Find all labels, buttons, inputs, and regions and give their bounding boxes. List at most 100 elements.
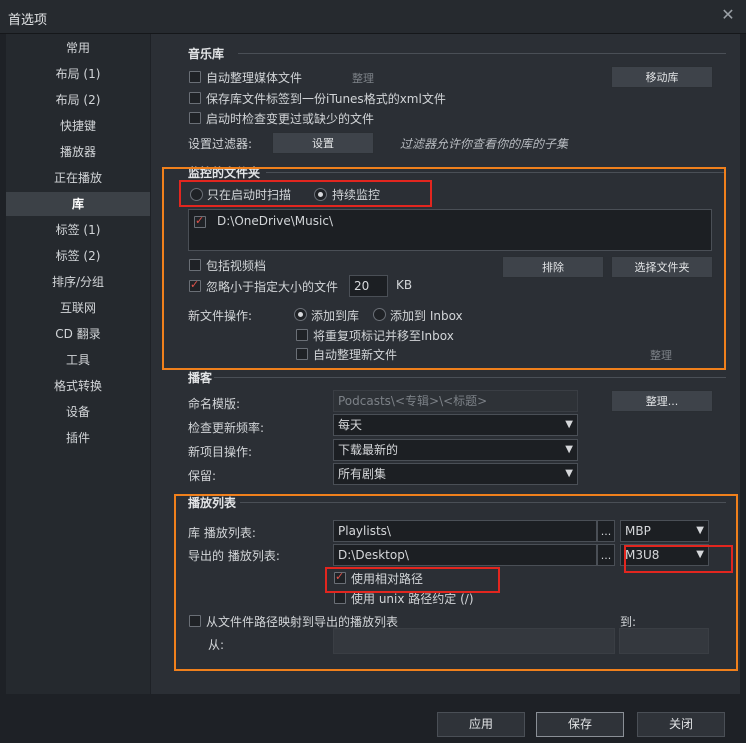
chevron-down-icon: ▼ (696, 549, 704, 560)
add-to-inbox-radio[interactable] (373, 308, 386, 321)
sidebar-item-library[interactable]: 库 (6, 192, 150, 216)
ignore-small-label: 忽略小于指定大小的文件 (206, 280, 339, 294)
chevron-down-icon: ▼ (565, 444, 573, 455)
check-on-start-checkbox[interactable] (189, 112, 201, 124)
sidebar-item-hotkeys[interactable]: 快捷键 (6, 114, 150, 138)
library-playlist-label: 库 播放列表: (188, 526, 256, 540)
naming-label: 命名模版: (188, 397, 241, 411)
from-path-input (333, 628, 615, 654)
organize-link[interactable]: 整理 (352, 70, 374, 86)
ignore-small-checkbox[interactable] (189, 278, 201, 292)
sidebar: 常用 布局 (1) 布局 (2) 快捷键 播放器 正在播放 库 标签 (1) 标… (6, 34, 150, 694)
filter-hint: 过滤器允许你查看你的库的子集 (400, 137, 569, 151)
mark-duplicates-checkbox[interactable] (296, 329, 308, 341)
new-item-label: 新项目操作: (188, 445, 253, 459)
auto-organize-label: 自动整理媒体文件 (206, 71, 303, 85)
section-divider (240, 502, 726, 503)
keep-label: 保留: (188, 469, 217, 483)
filter-settings-button[interactable]: 设置 (272, 132, 374, 154)
include-video-checkbox[interactable] (189, 259, 201, 271)
section-title-library: 音乐库 (188, 47, 225, 61)
export-playlist-format[interactable]: M3U8 ▼ (620, 544, 709, 566)
window-title: 首选项 (8, 13, 48, 28)
folder-path[interactable]: D:\OneDrive\Music\ (217, 214, 333, 228)
library-playlist-path[interactable]: Playlists\ (333, 520, 597, 542)
browse-library-playlist-button[interactable]: ... (597, 520, 615, 542)
map-paths-checkbox[interactable] (189, 615, 201, 627)
close-button[interactable]: 关闭 (637, 712, 725, 737)
sidebar-item-tags-2[interactable]: 标签 (2) (6, 244, 150, 268)
export-playlist-path[interactable]: D:\Desktop\ (333, 544, 597, 566)
filter-label: 设置过滤器: (188, 137, 253, 151)
chevron-down-icon: ▼ (565, 468, 573, 479)
section-divider (214, 377, 726, 378)
include-video-label: 包括视频档 (206, 259, 267, 273)
save-itunes-label: 保存库文件标签到一份iTunes格式的xml文件 (206, 92, 446, 106)
section-title-monitor: 监控的文件夹 (188, 166, 261, 180)
relative-path-checkbox[interactable] (334, 570, 346, 584)
unix-path-label: 使用 unix 路径约定 (/) (351, 592, 474, 606)
sidebar-item-plugins[interactable]: 插件 (6, 426, 150, 450)
keep-select[interactable]: 所有剧集 ▼ (333, 463, 578, 485)
sidebar-item-now-playing[interactable]: 正在播放 (6, 166, 150, 190)
section-title-playlist: 播放列表 (188, 496, 237, 510)
sidebar-item-sort-group[interactable]: 排序/分组 (6, 270, 150, 294)
check-freq-value: 每天 (338, 418, 363, 432)
new-item-select[interactable]: 下载最新的 ▼ (333, 439, 578, 461)
add-to-library-label: 添加到库 (311, 309, 360, 323)
library-playlist-format[interactable]: MBP ▼ (620, 520, 709, 542)
section-title-podcast: 播客 (188, 371, 213, 385)
library-format-value: MBP (625, 524, 651, 538)
title-bar: 首选项 ✕ (0, 0, 746, 34)
scan-on-start-radio[interactable] (190, 188, 203, 201)
sidebar-item-devices[interactable]: 设备 (6, 400, 150, 424)
new-item-value: 下载最新的 (338, 443, 399, 457)
browse-export-playlist-button[interactable]: ... (597, 544, 615, 566)
move-library-button[interactable]: 移动库 (611, 66, 713, 88)
chevron-down-icon: ▼ (565, 419, 573, 430)
add-to-library-radio[interactable] (294, 308, 307, 321)
folder-checkbox[interactable] (194, 214, 206, 228)
sidebar-item-player[interactable]: 播放器 (6, 140, 150, 164)
export-format-value: M3U8 (625, 548, 660, 562)
podcast-organize-button[interactable]: 整理... (611, 390, 713, 412)
auto-organize-new-checkbox[interactable] (296, 348, 308, 360)
check-freq-label: 检查更新频率: (188, 421, 265, 435)
apply-button[interactable]: 应用 (437, 712, 525, 737)
size-input[interactable]: 20 (349, 275, 388, 297)
size-unit: KB (396, 278, 413, 292)
folder-list[interactable]: D:\OneDrive\Music\ (188, 209, 712, 251)
sidebar-item-cd-rip[interactable]: CD 翻录 (6, 322, 150, 346)
exclude-button[interactable]: 排除 (502, 256, 604, 278)
sidebar-item-general[interactable]: 常用 (6, 36, 150, 60)
mark-duplicates-label: 将重复项标记并移至Inbox (313, 329, 454, 343)
check-freq-select[interactable]: 每天 ▼ (333, 414, 578, 436)
naming-template-input[interactable]: Podcasts\<专辑>\<标题> (333, 390, 578, 412)
export-playlist-label: 导出的 播放列表: (188, 549, 280, 563)
save-itunes-checkbox[interactable] (189, 92, 201, 104)
sidebar-item-layout-2[interactable]: 布局 (2) (6, 88, 150, 112)
relative-path-label: 使用相对路径 (351, 572, 424, 586)
sidebar-item-tools[interactable]: 工具 (6, 348, 150, 372)
keep-value: 所有剧集 (338, 467, 387, 481)
sidebar-item-layout-1[interactable]: 布局 (1) (6, 62, 150, 86)
add-to-inbox-label: 添加到 Inbox (390, 309, 463, 323)
from-label: 从: (208, 638, 225, 652)
organize-new-button[interactable]: 整理 (650, 347, 672, 363)
unix-path-checkbox[interactable] (334, 592, 346, 604)
auto-organize-checkbox[interactable] (189, 71, 201, 83)
sidebar-item-tags-1[interactable]: 标签 (1) (6, 218, 150, 242)
new-file-label: 新文件操作: (188, 309, 253, 323)
choose-folder-button[interactable]: 选择文件夹 (611, 256, 713, 278)
section-divider (266, 172, 726, 173)
sidebar-item-internet[interactable]: 互联网 (6, 296, 150, 320)
check-on-start-label: 启动时检查变更过或缺少的文件 (206, 112, 375, 126)
scan-on-start-label: 只在启动时扫描 (207, 188, 292, 202)
continuous-monitor-radio[interactable] (314, 188, 327, 201)
sidebar-item-convert[interactable]: 格式转换 (6, 374, 150, 398)
continuous-monitor-label: 持续监控 (332, 188, 381, 202)
to-path-input (619, 628, 709, 654)
close-icon[interactable]: ✕ (718, 5, 738, 25)
chevron-down-icon: ▼ (696, 525, 704, 536)
save-button[interactable]: 保存 (536, 712, 624, 737)
